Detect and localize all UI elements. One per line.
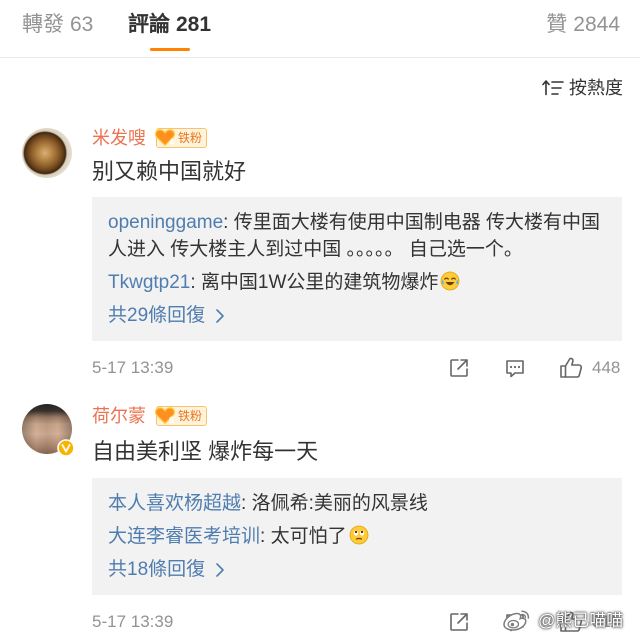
comment-button[interactable]	[503, 356, 527, 380]
comment-item: 米发嗖 4 铁粉 别又赖中国就好 openinggame: 传里面大楼有使用中国…	[0, 128, 640, 380]
tab-label: 贊	[546, 13, 568, 36]
comment-footer: 5-17 13:39 448	[0, 356, 640, 380]
tab-comments[interactable]: 評論 281	[128, 11, 211, 39]
tab-count: 63	[70, 13, 94, 36]
fan-level: 6	[168, 415, 174, 425]
reply-username[interactable]: 本人喜欢杨超越	[108, 493, 241, 514]
comment-item: 荷尔蒙 6 铁粉 自由美利坚 爆炸每一天 本人喜欢杨超越: 洛佩希:美丽的风景线…	[0, 404, 640, 640]
reply-item: 大连李睿医考培训: 太可怕了	[108, 523, 614, 550]
reply-box[interactable]: 本人喜欢杨超越: 洛佩希:美丽的风景线 大连李睿医考培训: 太可怕了 共18條回…	[92, 478, 622, 595]
heart-level-icon: 4	[154, 126, 176, 148]
sort-icon	[542, 80, 564, 96]
reply-username[interactable]: Tkwgtp21	[108, 272, 190, 293]
tab-count: 281	[176, 13, 212, 36]
tab-likes[interactable]: 贊 2844	[546, 11, 620, 39]
reply-item: openinggame: 传里面大楼有使用中国制电器 传大楼有中国人进入 传大楼…	[108, 209, 614, 263]
reply-box[interactable]: openinggame: 传里面大楼有使用中国制电器 传大楼有中国人进入 传大楼…	[92, 197, 622, 341]
fan-level: 4	[168, 137, 174, 147]
tab-indicator	[150, 48, 190, 51]
tab-reposts[interactable]: 轉發 63	[22, 11, 93, 39]
share-button[interactable]	[447, 610, 471, 634]
comment-icon[interactable]	[503, 356, 527, 380]
username[interactable]: 米发嗖	[92, 127, 146, 149]
reply-username[interactable]: openinggame	[108, 212, 223, 233]
reply-text: : 太可怕了	[260, 526, 347, 547]
more-replies-label: 共29條回復	[108, 305, 206, 326]
like-count: 448	[592, 358, 621, 377]
chevron-right-icon	[216, 308, 224, 323]
laugh-cry-emoji	[440, 271, 460, 291]
watermark-text: @熊已喵喵	[538, 611, 624, 630]
fan-badge-label: 铁粉	[178, 409, 203, 423]
comment-text: 自由美利坚 爆炸每一天	[92, 439, 319, 464]
fan-badge[interactable]: 6 铁粉	[154, 404, 208, 426]
more-replies-link[interactable]: 共29條回復	[108, 302, 614, 329]
watermark: @熊已喵喵	[500, 606, 623, 636]
tab-label: 轉發	[22, 13, 64, 36]
avatar[interactable]	[22, 128, 72, 178]
reply-text: : 洛佩希:美丽的风景线	[241, 493, 428, 514]
more-replies-link[interactable]: 共18條回復	[108, 556, 614, 583]
sort-label: 按熱度	[569, 78, 623, 98]
weibo-logo	[503, 610, 530, 631]
reply-text: : 离中国1W公里的建筑物爆炸	[190, 272, 439, 293]
comments-screen: 轉發 63 評論 281 贊 2844 按熱度 米发嗖 4 铁粉 别又赖中国就好…	[0, 0, 640, 640]
verified-badge-icon	[57, 439, 75, 457]
more-replies-label: 共18條回復	[108, 559, 206, 580]
like-button[interactable]: 448	[558, 356, 620, 380]
username[interactable]: 荷尔蒙	[92, 405, 146, 427]
share-button[interactable]	[447, 356, 471, 380]
fan-badge-label: 铁粉	[178, 131, 203, 145]
share-icon[interactable]	[447, 610, 471, 634]
reply-username[interactable]: 大连李睿医考培训	[108, 526, 260, 547]
comment-time: 5-17 13:39	[92, 358, 174, 377]
fan-badge[interactable]: 4 铁粉	[154, 126, 208, 148]
comment-text: 别又赖中国就好	[92, 159, 247, 184]
sort-button[interactable]: 按熱度	[542, 76, 623, 100]
tab-count: 2844	[573, 13, 620, 36]
comment-header: 米发嗖 4 铁粉	[92, 126, 208, 149]
divider	[0, 57, 640, 58]
heart-level-icon: 6	[154, 404, 176, 426]
comment-header: 荷尔蒙 6 铁粉	[92, 404, 208, 427]
reply-item: Tkwgtp21: 离中国1W公里的建筑物爆炸	[108, 269, 614, 296]
reply-item: 本人喜欢杨超越: 洛佩希:美丽的风景线	[108, 490, 614, 517]
chevron-right-icon	[216, 562, 224, 577]
roll-eyes-emoji	[349, 525, 369, 545]
share-icon[interactable]	[447, 356, 471, 380]
tab-label: 評論	[128, 13, 170, 36]
like-icon[interactable]	[558, 355, 584, 381]
comment-time: 5-17 13:39	[92, 612, 174, 631]
